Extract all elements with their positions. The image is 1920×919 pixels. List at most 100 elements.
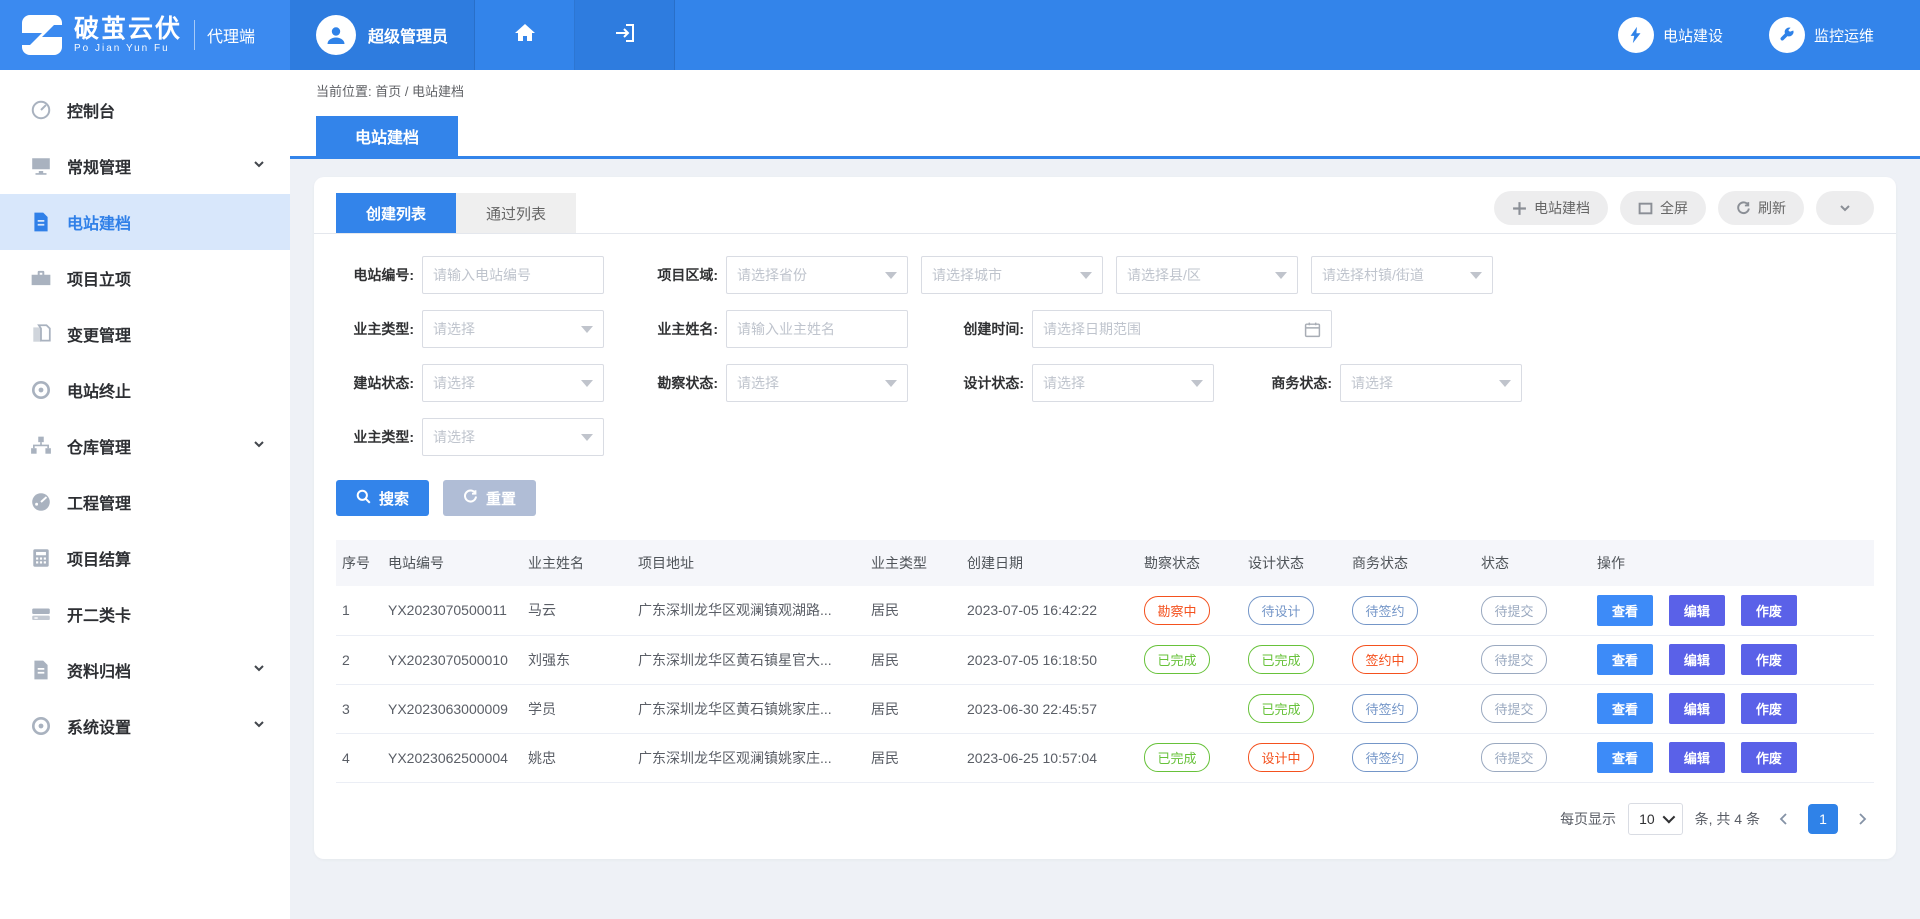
void-button[interactable]: 作废 bbox=[1741, 595, 1797, 626]
status-badge: 待提交 bbox=[1481, 694, 1547, 723]
home-button[interactable] bbox=[475, 0, 575, 70]
table-header-row: 序号 电站编号 业主姓名 项目地址 业主类型 创建日期 勘察状态 设计状态 商务… bbox=[336, 540, 1874, 586]
dashboard-icon bbox=[30, 99, 52, 121]
logo: 破茧云伏 Po Jian Yun Fu 代理端 bbox=[0, 0, 290, 70]
stop-circle-icon bbox=[30, 379, 52, 401]
sidebar-item-console[interactable]: 控制台 bbox=[0, 82, 290, 138]
portal-label: 代理端 bbox=[207, 23, 255, 47]
document-icon bbox=[30, 211, 52, 233]
table-row: 3 YX2023063000009 学员 广东深圳龙华区黄石镇姚家庄... 居民… bbox=[336, 684, 1874, 733]
status-badge: 待签约 bbox=[1352, 596, 1418, 625]
status-badge: 待提交 bbox=[1481, 645, 1547, 674]
sidebar-item-general-mgmt[interactable]: 常规管理 bbox=[0, 138, 290, 194]
edit-button[interactable]: 编辑 bbox=[1669, 644, 1725, 675]
add-station-button[interactable]: 电站建档 bbox=[1494, 191, 1608, 225]
search-button[interactable]: 搜索 bbox=[336, 480, 429, 516]
view-button[interactable]: 查看 bbox=[1597, 693, 1653, 724]
reset-button[interactable]: 重置 bbox=[443, 480, 536, 516]
per-page-label: 每页显示 bbox=[1560, 809, 1616, 829]
view-button[interactable]: 查看 bbox=[1597, 644, 1653, 675]
nav-monitor-ops[interactable]: 监控运维 bbox=[1769, 0, 1874, 70]
region-label: 项目区域: bbox=[632, 265, 718, 285]
edit-button[interactable]: 编辑 bbox=[1669, 742, 1725, 773]
stations-table: 序号 电站编号 业主姓名 项目地址 业主类型 创建日期 勘察状态 设计状态 商务… bbox=[314, 518, 1896, 783]
sidebar-item-project-setup[interactable]: 项目立项 bbox=[0, 250, 290, 306]
void-button[interactable]: 作废 bbox=[1741, 742, 1797, 773]
edit-button[interactable]: 编辑 bbox=[1669, 595, 1725, 626]
caret-down-icon bbox=[1499, 380, 1511, 387]
page-1-button[interactable]: 1 bbox=[1808, 804, 1838, 834]
status-badge: 设计中 bbox=[1248, 743, 1314, 772]
page-tab-station-archive[interactable]: 电站建档 bbox=[316, 116, 458, 156]
bolt-icon bbox=[1618, 17, 1654, 53]
station-no-input[interactable] bbox=[422, 256, 604, 294]
breadcrumb: 当前位置: 首页 / 电站建档 bbox=[290, 70, 1920, 110]
tab-create-list[interactable]: 创建列表 bbox=[336, 193, 456, 233]
sidebar-item-data-archive[interactable]: 资料归档 bbox=[0, 642, 290, 698]
archive-icon bbox=[30, 659, 52, 681]
refresh-button[interactable]: 刷新 bbox=[1718, 191, 1804, 225]
city-select[interactable]: 请选择城市 bbox=[921, 256, 1103, 294]
county-select[interactable]: 请选择县/区 bbox=[1116, 256, 1298, 294]
survey-status-select[interactable]: 请选择 bbox=[726, 364, 908, 402]
per-page-select[interactable]: 10 bbox=[1628, 803, 1683, 835]
table-row: 1 YX2023070500011 马云 广东深圳龙华区观澜镇观湖路... 居民… bbox=[336, 586, 1874, 635]
collapse-toolbar-button[interactable] bbox=[1816, 191, 1874, 225]
calendar-icon bbox=[1304, 321, 1321, 338]
sidebar-item-system-settings[interactable]: 系统设置 bbox=[0, 698, 290, 754]
caret-down-icon bbox=[1191, 380, 1203, 387]
sidebar-item-station-archive[interactable]: 电站建档 bbox=[0, 194, 290, 250]
design-status-select[interactable]: 请选择 bbox=[1032, 364, 1214, 402]
status-badge: 已完成 bbox=[1144, 743, 1210, 772]
status-badge: 已完成 bbox=[1248, 645, 1314, 674]
logo-icon bbox=[20, 13, 64, 57]
sidebar-item-change-mgmt[interactable]: 变更管理 bbox=[0, 306, 290, 362]
business-status-label: 商务状态: bbox=[1246, 373, 1332, 393]
filter-actions: 搜索 重置 bbox=[314, 472, 1896, 518]
sidebar-item-settlement[interactable]: 项目结算 bbox=[0, 530, 290, 586]
business-status-select[interactable]: 请选择 bbox=[1340, 364, 1522, 402]
status-badge: 已完成 bbox=[1144, 645, 1210, 674]
status-badge: 待签约 bbox=[1352, 694, 1418, 723]
gauge-icon bbox=[30, 491, 52, 513]
owner-type2-select[interactable]: 请选择 bbox=[422, 418, 604, 456]
build-status-select[interactable]: 请选择 bbox=[422, 364, 604, 402]
void-button[interactable]: 作废 bbox=[1741, 693, 1797, 724]
owner-name-input[interactable] bbox=[726, 310, 908, 348]
header-spacer bbox=[675, 0, 1618, 70]
tab-passed-list[interactable]: 通过列表 bbox=[456, 193, 576, 233]
nav-station-build[interactable]: 电站建设 bbox=[1618, 0, 1723, 70]
prev-page-button[interactable] bbox=[1772, 811, 1796, 827]
view-button[interactable]: 查看 bbox=[1597, 595, 1653, 626]
chevron-down-icon bbox=[252, 157, 266, 176]
sidebar-item-class2-card[interactable]: 开二类卡 bbox=[0, 586, 290, 642]
sidebar-item-station-terminate[interactable]: 电站终止 bbox=[0, 362, 290, 418]
logo-text: 破茧云伏 Po Jian Yun Fu bbox=[74, 16, 182, 55]
table-row: 4 YX2023062500004 姚忠 广东深圳龙华区观澜镇姚家庄... 居民… bbox=[336, 733, 1874, 782]
logout-button[interactable] bbox=[575, 0, 675, 70]
sidebar-item-engineering[interactable]: 工程管理 bbox=[0, 474, 290, 530]
next-page-button[interactable] bbox=[1850, 811, 1874, 827]
nav-monitor-ops-label: 监控运维 bbox=[1814, 25, 1874, 46]
town-select[interactable]: 请选择村镇/街道 bbox=[1311, 256, 1493, 294]
caret-down-icon bbox=[885, 272, 897, 279]
caret-down-icon bbox=[1662, 811, 1675, 824]
card-toolbar: 电站建档 全屏 刷新 bbox=[1494, 191, 1874, 225]
fullscreen-button[interactable]: 全屏 bbox=[1620, 191, 1706, 225]
avatar bbox=[316, 15, 356, 55]
nav-station-build-label: 电站建设 bbox=[1663, 25, 1723, 46]
void-button[interactable]: 作废 bbox=[1741, 644, 1797, 675]
owner-type-select[interactable]: 请选择 bbox=[422, 310, 604, 348]
view-button[interactable]: 查看 bbox=[1597, 742, 1653, 773]
sidebar-item-warehouse[interactable]: 仓库管理 bbox=[0, 418, 290, 474]
date-range-input[interactable]: 请选择日期范围 bbox=[1032, 310, 1332, 348]
edit-button[interactable]: 编辑 bbox=[1669, 693, 1725, 724]
filter-form: 电站编号: 项目区域: 请选择省份 请选择城市 bbox=[314, 234, 1896, 456]
refresh-icon bbox=[1736, 201, 1751, 216]
survey-status-label: 勘察状态: bbox=[632, 373, 718, 393]
card-icon bbox=[30, 603, 52, 625]
sitemap-icon bbox=[30, 435, 52, 457]
province-select[interactable]: 请选择省份 bbox=[726, 256, 908, 294]
owner-type2-label: 业主类型: bbox=[336, 427, 414, 447]
user-menu[interactable]: 超级管理员 bbox=[290, 0, 475, 70]
